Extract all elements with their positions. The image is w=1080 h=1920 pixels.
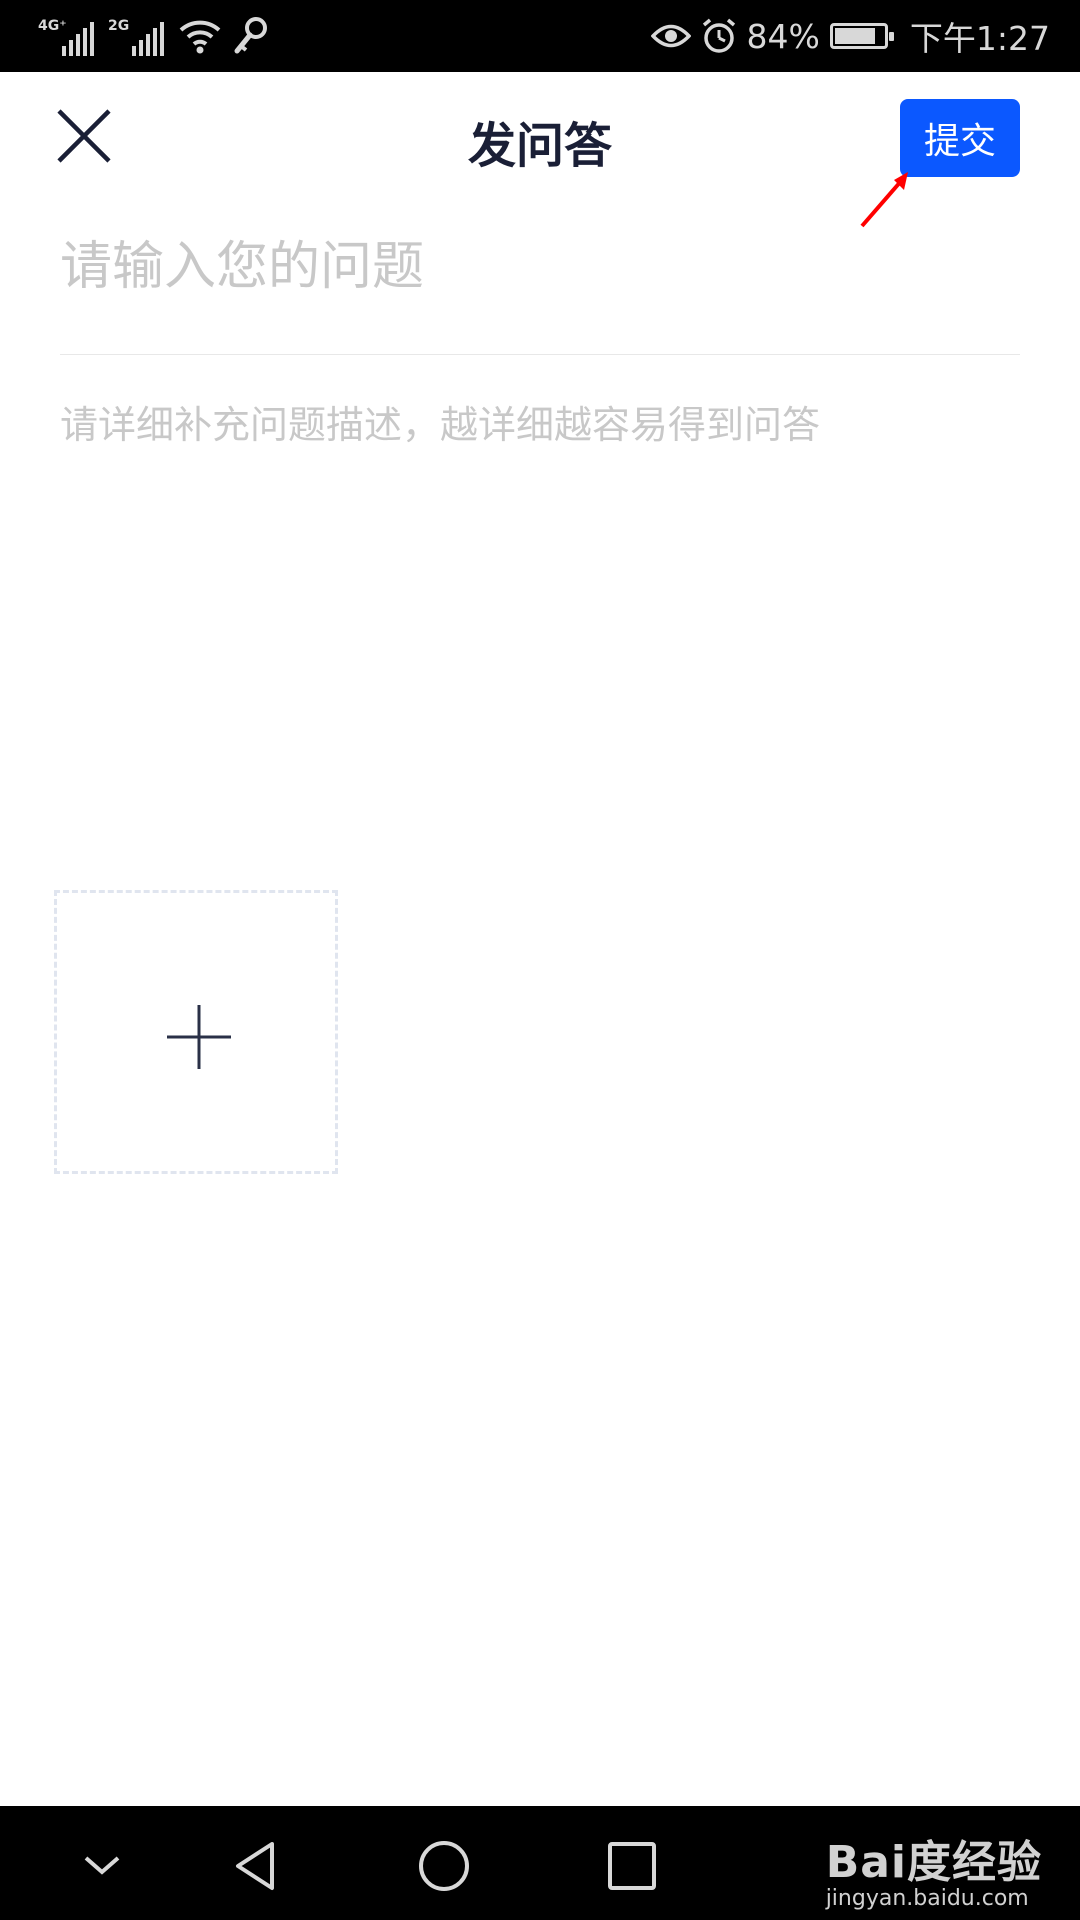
status-left-icons: 4G⁺ 2G — [38, 10, 268, 62]
status-bar: 4G⁺ 2G 84% 下午1:27 — [0, 0, 1080, 72]
signal-2g-icon: 2G — [108, 16, 168, 56]
watermark-logo: Bai度经验 — [825, 1837, 1042, 1888]
home-icon — [419, 1841, 469, 1891]
signal-4g-icon: 4G⁺ — [38, 16, 98, 56]
recents-button[interactable] — [604, 1838, 660, 1894]
description-input[interactable] — [60, 396, 1020, 836]
clock: 下午1:27 — [909, 19, 1050, 58]
back-button[interactable] — [228, 1838, 284, 1894]
battery-fill — [834, 28, 876, 44]
network-type-label: 2G — [108, 18, 130, 34]
back-icon — [236, 1842, 274, 1890]
wifi-icon — [179, 20, 221, 54]
watermark: Bai度经验 jingyan.baidu.com — [826, 1826, 1042, 1911]
annotation-arrow — [860, 172, 908, 228]
battery-icon — [829, 23, 894, 49]
home-button[interactable] — [416, 1838, 472, 1894]
watermark-url: jingyan.baidu.com — [825, 1886, 1029, 1911]
submit-button[interactable]: 提交 — [900, 99, 1020, 177]
add-image-button[interactable] — [54, 890, 338, 1174]
navigation-bar: Bai度经验 jingyan.baidu.com — [0, 1806, 1080, 1920]
recents-icon — [608, 1842, 656, 1890]
plus-icon — [167, 1005, 231, 1069]
chevron-down-icon — [84, 1856, 120, 1875]
battery-percent: 84% — [746, 16, 820, 56]
question-input[interactable] — [60, 222, 1020, 312]
key-icon — [234, 17, 267, 54]
hide-keyboard-button[interactable] — [74, 1838, 130, 1894]
alarm-icon — [702, 18, 735, 53]
eye-icon — [650, 24, 691, 48]
header: 发问答 提交 — [0, 72, 1080, 202]
status-right-icons: 84% 下午1:27 — [650, 10, 1050, 62]
divider — [60, 354, 1020, 355]
